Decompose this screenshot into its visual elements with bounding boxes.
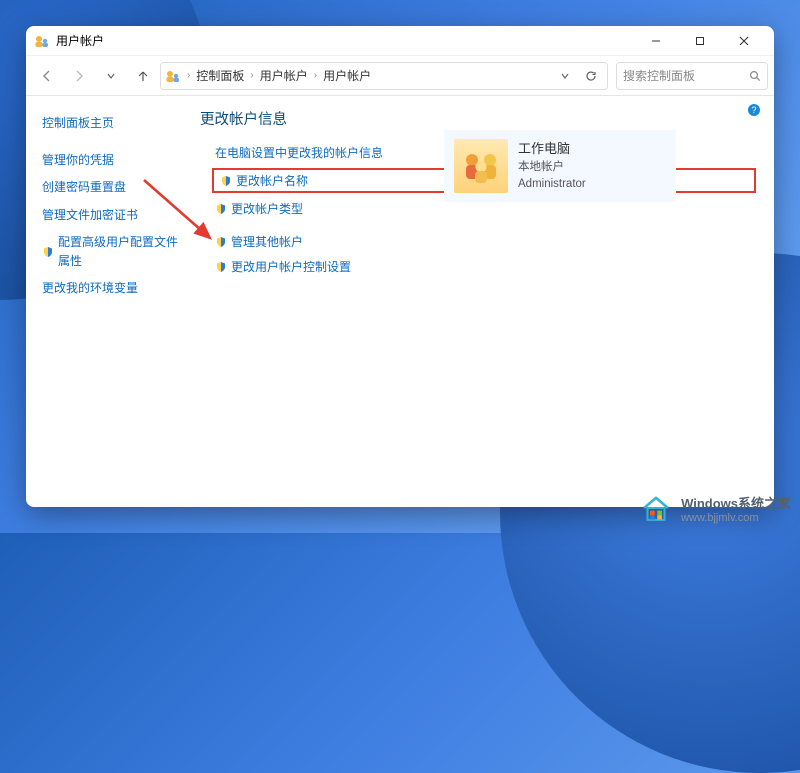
crumb-control-panel[interactable]: 控制面板 [192,65,248,86]
refresh-button[interactable] [579,64,603,88]
titlebar: 用户帐户 [26,26,774,56]
close-button[interactable] [722,27,766,55]
account-type: 本地帐户 [518,159,586,176]
account-role: Administrator [518,176,586,193]
chevron-right-icon: › [314,70,317,81]
page-heading: 更改帐户信息 [200,108,756,129]
watermark-house-icon [639,491,673,525]
breadcrumb[interactable]: › 控制面板 › 用户帐户 › 用户帐户 [160,62,608,90]
control-panel-home-link[interactable]: 控制面板主页 [42,110,182,137]
shield-icon [215,236,227,248]
search-icon [749,70,761,82]
sidebar-link-env-vars[interactable]: 更改我的环境变量 [42,275,182,302]
watermark-brand: Windows系统之家 [681,493,790,512]
breadcrumb-dropdown[interactable] [553,64,577,88]
link-uac-settings[interactable]: 更改用户帐户控制设置 [212,257,756,276]
window-title: 用户帐户 [56,32,104,49]
crumb-user-accounts[interactable]: 用户帐户 [256,65,312,86]
watermark: Windows系统之家 www.bjjmlv.com [639,491,790,525]
shield-icon [220,175,232,187]
user-accounts-icon [34,33,50,49]
account-card: 工作电脑 本地帐户 Administrator [444,130,676,202]
chevron-right-icon: › [250,70,253,81]
back-button[interactable] [32,61,62,91]
main-panel: 更改帐户信息 在电脑设置中更改我的帐户信息 更改帐户名称 更改帐户类型 管理其他… [192,96,774,507]
shield-icon [215,203,227,215]
shield-icon [215,261,227,273]
minimize-button[interactable] [634,27,678,55]
account-info: 工作电脑 本地帐户 Administrator [518,139,586,193]
user-accounts-icon [165,68,181,84]
avatar [454,139,508,193]
watermark-url: www.bjjmlv.com [681,512,790,524]
sidebar-link-credentials[interactable]: 管理你的凭据 [42,147,182,174]
forward-button[interactable] [64,61,94,91]
shield-icon [42,246,54,258]
sidebar: 控制面板主页 管理你的凭据 创建密码重置盘 管理文件加密证书 配置高级用户配置文… [26,96,192,507]
chevron-right-icon: › [187,70,190,81]
navigation-bar: › 控制面板 › 用户帐户 › 用户帐户 搜索控制面板 [26,56,774,96]
search-input[interactable]: 搜索控制面板 [616,62,768,90]
maximize-button[interactable] [678,27,722,55]
up-button[interactable] [128,61,158,91]
link-manage-other-accounts[interactable]: 管理其他帐户 [212,232,756,251]
sidebar-link-password-reset[interactable]: 创建密码重置盘 [42,174,182,201]
sidebar-link-encryption-certs[interactable]: 管理文件加密证书 [42,202,182,229]
account-name: 工作电脑 [518,139,586,159]
content-area: ? 控制面板主页 管理你的凭据 创建密码重置盘 管理文件加密证书 配置高级用户配… [26,96,774,507]
sidebar-link-advanced-profile[interactable]: 配置高级用户配置文件属性 [42,229,182,275]
recent-dropdown[interactable] [96,61,126,91]
search-placeholder: 搜索控制面板 [623,67,695,84]
crumb-user-accounts-2[interactable]: 用户帐户 [319,65,375,86]
control-panel-window: 用户帐户 › 控制面板 › 用户帐户 › 用户帐户 搜索控制面板 [26,26,774,507]
